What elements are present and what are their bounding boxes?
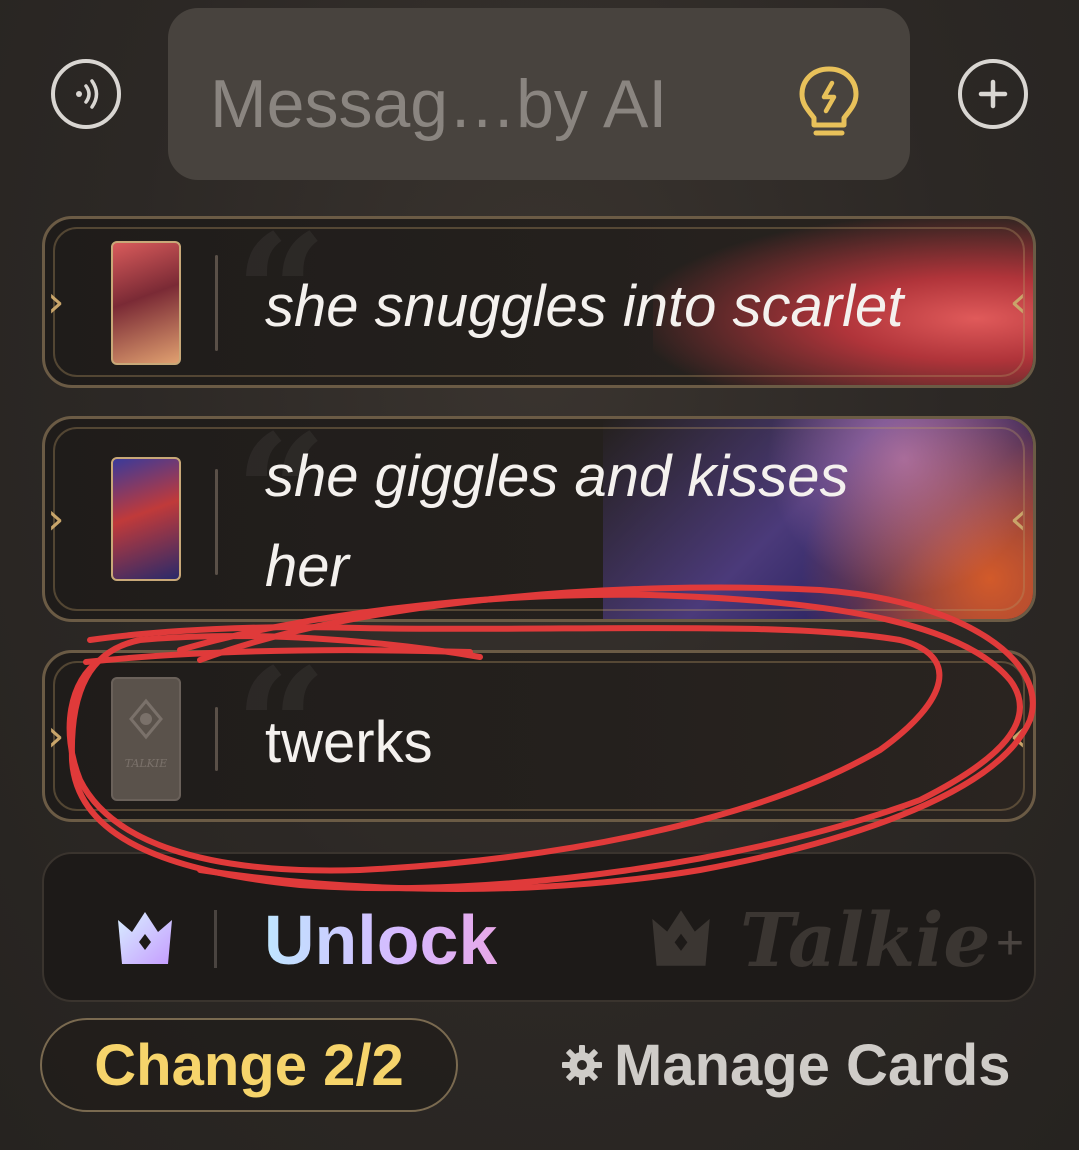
chevron-right-icon: ‹ [1009, 710, 1027, 762]
crown-watermark-icon [648, 904, 714, 975]
chevron-left-icon: › [47, 710, 65, 762]
voice-button[interactable] [51, 59, 121, 129]
card-text: twerks [265, 710, 433, 775]
character-thumbnail [111, 457, 181, 581]
message-composer[interactable] [168, 8, 910, 180]
plus-circle-icon [978, 79, 1008, 109]
chevron-left-icon: › [47, 276, 65, 328]
suggestion-card-3[interactable]: › ‹ TALKIE “ twerks [42, 650, 1036, 822]
card-frame [53, 661, 1025, 811]
change-label: Change 2/2 [94, 1032, 404, 1098]
voice-waves-icon [76, 79, 99, 109]
manage-cards-button[interactable]: Manage Cards [560, 1030, 1010, 1100]
talkie-plus: + [996, 917, 1025, 970]
card-text: she snuggles into scarlet [265, 274, 904, 339]
chevron-right-icon: ‹ [1009, 493, 1027, 545]
change-button[interactable]: Change 2/2 [40, 1018, 458, 1112]
placeholder-thumbnail: TALKIE [111, 677, 181, 801]
talkie-brand: Talkie [740, 898, 991, 984]
unlock-label: Unlock [264, 901, 498, 979]
message-input[interactable] [208, 58, 772, 150]
separator [215, 255, 218, 351]
chevron-right-icon: ‹ [1009, 276, 1027, 328]
manage-cards-label: Manage Cards [614, 1032, 1011, 1098]
character-thumbnail [111, 241, 181, 365]
suggestion-card-1[interactable]: › ‹ “ she snuggles into scarlet [42, 216, 1036, 388]
add-button[interactable] [958, 59, 1028, 129]
unlock-card[interactable]: Unlock Talkie + [42, 852, 1036, 1002]
lightbulb-icon[interactable] [796, 63, 862, 148]
suggestion-card-2[interactable]: › ‹ “ she giggles and kisses her [42, 416, 1036, 622]
crown-icon [114, 906, 176, 973]
card-text-line-2: her [265, 534, 349, 599]
thumb-label: TALKIE [125, 757, 168, 770]
separator [214, 910, 217, 968]
card-text-line-1: she giggles and kisses [265, 444, 849, 509]
chevron-left-icon: › [47, 493, 65, 545]
separator [215, 469, 218, 575]
gear-icon [562, 1045, 602, 1085]
separator [215, 707, 218, 771]
